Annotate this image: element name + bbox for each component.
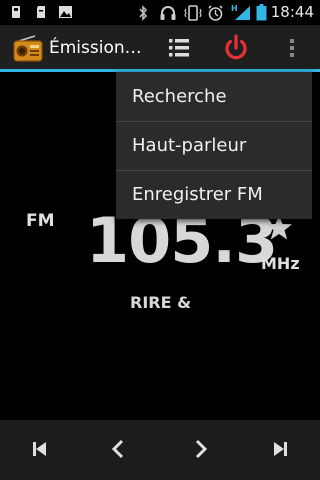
alarm-icon [208,5,223,21]
status-clock: 18:44 [270,3,314,21]
menu-item-recherche[interactable]: Recherche [116,72,312,121]
power-icon[interactable] [218,31,254,65]
menu-item-label: Enregistrer FM [132,184,263,205]
chevron-right-icon[interactable] [184,433,216,465]
image-icon [59,6,72,18]
frequency-unit: MHz [261,254,300,273]
bluetooth-icon [139,5,148,21]
sd-card-icon [37,6,45,18]
frequency-display: 105.3 [86,204,278,277]
usb-icon [12,6,20,18]
vibrate-icon [184,5,202,21]
menu-item-haut-parleur[interactable]: Haut-parleur [116,121,312,170]
menu-item-enregistrer-fm[interactable]: Enregistrer FM [116,170,312,219]
menu-item-label: Haut-parleur [132,135,247,156]
chevron-left-icon[interactable] [103,433,135,465]
skip-previous-icon[interactable] [24,433,56,465]
signal-icon: H [231,4,250,20]
app-title: Émission… [49,38,142,58]
rds-text: RIRE & [130,293,192,312]
overflow-menu: Recherche Haut-parleur Enregistrer FM [116,72,312,219]
station-list-icon[interactable] [160,31,198,65]
battery-icon [256,4,267,21]
signal-type-label: H [231,4,238,13]
menu-item-label: Recherche [132,86,227,107]
skip-next-icon[interactable] [264,433,296,465]
band-label: FM [26,211,55,231]
overflow-menu-icon[interactable] [280,31,304,65]
status-bar: H 18:44 [0,0,320,25]
radio-icon[interactable] [13,35,43,62]
headset-icon [160,6,176,20]
